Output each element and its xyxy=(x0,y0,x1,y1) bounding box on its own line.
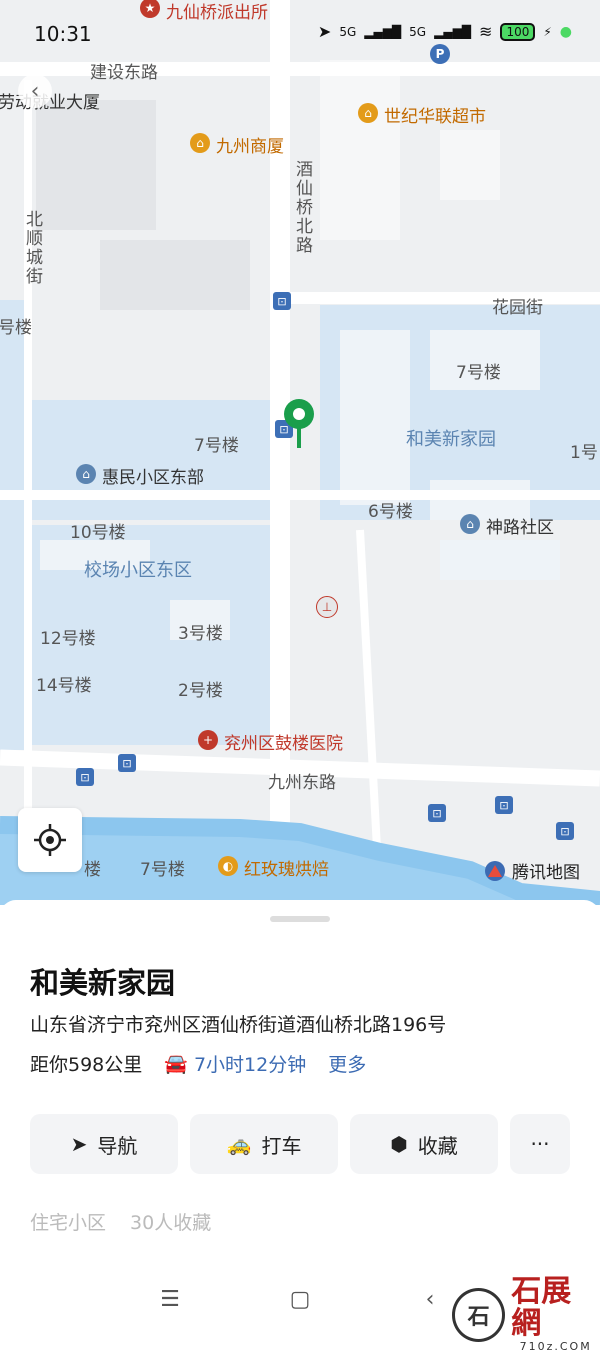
home-icon: ▢ xyxy=(289,1286,311,1312)
crosshair-icon xyxy=(34,824,66,856)
status-icons: ➤ 5G ▂▄▆█ 5G ▂▄▆█ ≋ 100 ⚡ ● xyxy=(318,22,572,41)
network-2: 5G xyxy=(409,24,427,39)
location-pin-icon[interactable] xyxy=(282,398,316,454)
map-label-building-7-right: 7号楼 xyxy=(456,363,501,383)
more-icon: ··· xyxy=(530,1132,550,1156)
bus-stop-icon[interactable]: ⊡ xyxy=(76,768,94,786)
favorite-button[interactable]: ⬢ 收藏 xyxy=(350,1114,498,1174)
map-label-huimin[interactable]: 惠民小区东部 xyxy=(102,463,204,488)
home-button[interactable]: ▢ xyxy=(282,1284,318,1314)
watermark-brand: 石展網 xyxy=(511,1274,572,1341)
map-label-building-bottom-left: 楼 xyxy=(84,860,101,880)
menu-icon: ☰ xyxy=(160,1286,180,1312)
map-label-building-2: 2号楼 xyxy=(178,681,223,701)
bus-stop-icon[interactable]: ⊡ xyxy=(273,292,291,310)
map-label-building-14: 14号楼 xyxy=(36,676,92,696)
mall-icon: ⌂ xyxy=(190,133,210,153)
more-link[interactable]: 更多 xyxy=(328,1050,366,1077)
back-button[interactable]: ‹ xyxy=(18,74,52,108)
favorite-label: 收藏 xyxy=(417,1133,458,1158)
favorite-count: 30人收藏 xyxy=(130,1212,212,1234)
taxi-icon: 🚕 xyxy=(226,1132,252,1156)
bus-stop-icon[interactable]: ⊡ xyxy=(118,754,136,772)
place-info-row: 距你598公里 🚘 7小时12分钟 更多 xyxy=(30,1050,366,1077)
bakery-icon: ◐ xyxy=(218,856,238,876)
community-icon: ⌂ xyxy=(76,464,96,484)
watermark-logo: 石 石展網 710z.COM xyxy=(452,1276,600,1353)
hospital-icon: + xyxy=(198,730,218,750)
active-dot-icon: ● xyxy=(559,23,572,40)
map-brand: 腾讯地图 xyxy=(484,858,580,883)
map-label-hospital[interactable]: 兖州区鼓楼医院 xyxy=(224,729,343,754)
map-label-building-7-bottom: 7号楼 xyxy=(140,860,185,880)
map-label-building-10: 10号楼 xyxy=(70,523,126,543)
map-label-building-6: 6号楼 xyxy=(368,502,413,522)
watermark-site: 710z.COM xyxy=(519,1340,592,1353)
action-buttons: ➤ 导航 🚕 打车 ⬢ 收藏 ··· xyxy=(30,1114,570,1174)
chevron-left-icon: ‹ xyxy=(30,78,40,104)
map-label-jiuzhou-mall[interactable]: 九州商厦 xyxy=(216,132,284,157)
map-label-building-12: 12号楼 xyxy=(40,629,96,649)
map-label-beishun-street: 北顺城街 xyxy=(22,210,42,286)
sheet-grabber[interactable] xyxy=(270,916,330,922)
tencent-map-logo-icon xyxy=(485,860,505,881)
supermarket-icon: ⌂ xyxy=(358,103,378,123)
map-label-jiuxianqiao-road: 酒仙桥北路 xyxy=(292,160,312,255)
place-detail-sheet[interactable]: 和美新家园 山东省济宁市兖州区酒仙桥街道酒仙桥北路196号 距你598公里 🚘 … xyxy=(0,900,600,1333)
map-brand-label: 腾讯地图 xyxy=(512,863,580,883)
map-label-shenlu[interactable]: 神路社区 xyxy=(486,513,554,538)
network-1: 5G xyxy=(339,24,357,39)
drive-time-text: 7小时12分钟 xyxy=(193,1054,307,1076)
taxi-label: 打车 xyxy=(261,1133,302,1158)
watermark-text-block: 石展網 710z.COM xyxy=(511,1276,600,1353)
menu-button[interactable]: ☰ xyxy=(152,1284,188,1314)
charging-icon: ⚡ xyxy=(543,24,552,39)
place-title: 和美新家园 xyxy=(30,966,176,1000)
location-arrow-icon: ➤ xyxy=(317,22,332,41)
battery-indicator: 100 xyxy=(500,22,536,41)
navigate-button[interactable]: ➤ 导航 xyxy=(30,1114,178,1174)
locate-me-button[interactable] xyxy=(18,808,82,872)
map-label-hemei[interactable]: 和美新家园 xyxy=(406,425,496,451)
map-label-building-7-left: 7号楼 xyxy=(194,436,239,456)
navigate-label: 导航 xyxy=(97,1133,138,1158)
community-icon: ⌂ xyxy=(460,514,480,534)
back-icon: ‹ xyxy=(425,1286,435,1312)
favorite-icon: ⬢ xyxy=(390,1132,408,1156)
bus-stop-icon[interactable]: ⊡ xyxy=(495,796,513,814)
status-time: 10:31 xyxy=(34,22,92,46)
map-label-supermarket[interactable]: 世纪华联超市 xyxy=(384,102,486,127)
signal-icon: ▂▄▆█ xyxy=(434,24,472,39)
place-tags: 住宅小区 30人收藏 xyxy=(30,1208,211,1235)
map-label-jiuzhou-east-road: 九州东路 xyxy=(268,773,336,793)
map-label-building-1: 1号 xyxy=(570,443,598,463)
place-address: 山东省济宁市兖州区酒仙桥街道酒仙桥北路196号 xyxy=(30,1014,447,1036)
place-category: 住宅小区 xyxy=(30,1212,107,1234)
map-label-hongmeigui[interactable]: 红玫瑰烘焙 xyxy=(244,855,329,880)
bus-stop-icon[interactable]: ⊡ xyxy=(556,822,574,840)
wifi-icon: ≋ xyxy=(479,22,493,41)
taxi-button[interactable]: 🚕 打车 xyxy=(190,1114,338,1174)
back-nav-button[interactable]: ‹ xyxy=(412,1284,448,1314)
map-label-building-3: 3号楼 xyxy=(178,624,223,644)
more-button[interactable]: ··· xyxy=(510,1114,570,1174)
map-view[interactable]: 九仙桥派出所 ★ 建设东路 劳动就业大厦 ⌂ 世纪华联超市 ⌂ 九州商厦 酒仙桥… xyxy=(0,0,600,905)
distance-text: 距你598公里 xyxy=(30,1054,143,1076)
bus-stop-icon[interactable]: ⊡ xyxy=(428,804,446,822)
map-label-xiaochang[interactable]: 校场小区东区 xyxy=(84,556,192,582)
drive-time[interactable]: 🚘 7小时12分钟 xyxy=(164,1050,306,1077)
bank-icon: ⊥ xyxy=(316,596,338,618)
status-bar: 10:31 ➤ 5G ▂▄▆█ 5G ▂▄▆█ ≋ 100 ⚡ ● xyxy=(0,0,600,68)
navigate-icon: ➤ xyxy=(70,1132,88,1156)
map-label-left-edge-building: 号楼 xyxy=(0,318,32,338)
watermark-circle: 石 xyxy=(452,1287,506,1342)
car-icon: 🚘 xyxy=(164,1053,188,1075)
signal-icon: ▂▄▆█ xyxy=(364,24,402,39)
map-label-huayuan-street: 花园街 xyxy=(492,298,543,318)
